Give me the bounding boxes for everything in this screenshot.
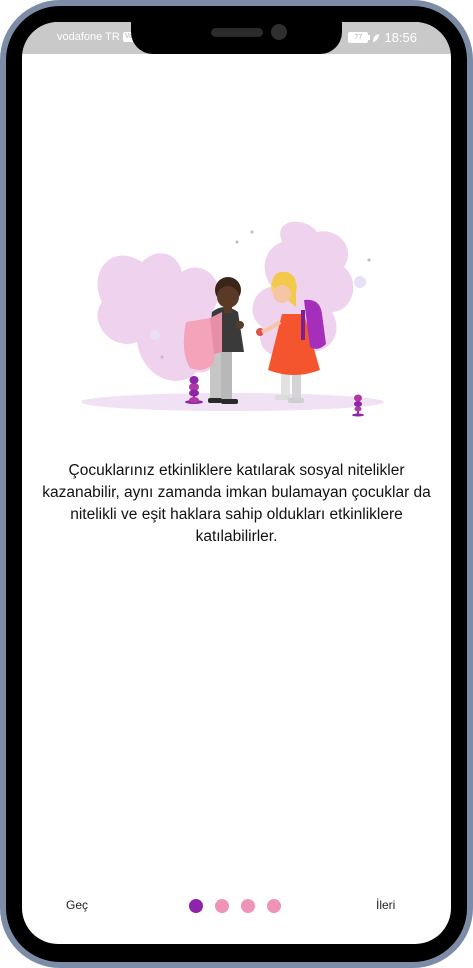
- page-dot-3[interactable]: [241, 899, 255, 913]
- next-button[interactable]: İleri: [376, 898, 395, 912]
- dot-deco-2: [150, 330, 160, 340]
- clock: 18:56: [384, 30, 417, 45]
- camera-notch: [131, 22, 342, 54]
- page-dot-4[interactable]: [267, 899, 281, 913]
- kids-illustration: [82, 221, 384, 417]
- front-camera-icon: [271, 24, 287, 40]
- page-dot-2[interactable]: [215, 899, 229, 913]
- dot-deco-6: [160, 355, 164, 359]
- dot-deco-1: [354, 276, 366, 288]
- page-indicator: [189, 899, 281, 913]
- onboarding-description: Çocuklarınız etkinliklere katılarak sosy…: [42, 462, 431, 545]
- dot-deco-4: [250, 230, 254, 234]
- status-right: 77 18:56: [348, 30, 417, 45]
- onboarding-navigation: Geç İleri: [22, 892, 451, 922]
- leaf-icon: [373, 33, 380, 42]
- carrier-name: vodafone TR: [57, 31, 120, 43]
- earpiece-speaker: [211, 28, 263, 37]
- page-dot-1[interactable]: [189, 899, 203, 913]
- dot-deco-5: [367, 258, 371, 262]
- skip-button[interactable]: Geç: [66, 898, 88, 912]
- battery-icon: 77: [348, 32, 371, 43]
- dot-deco-3: [235, 240, 239, 244]
- screen: vodafone TR VoLTE 77 18:56: [22, 22, 451, 944]
